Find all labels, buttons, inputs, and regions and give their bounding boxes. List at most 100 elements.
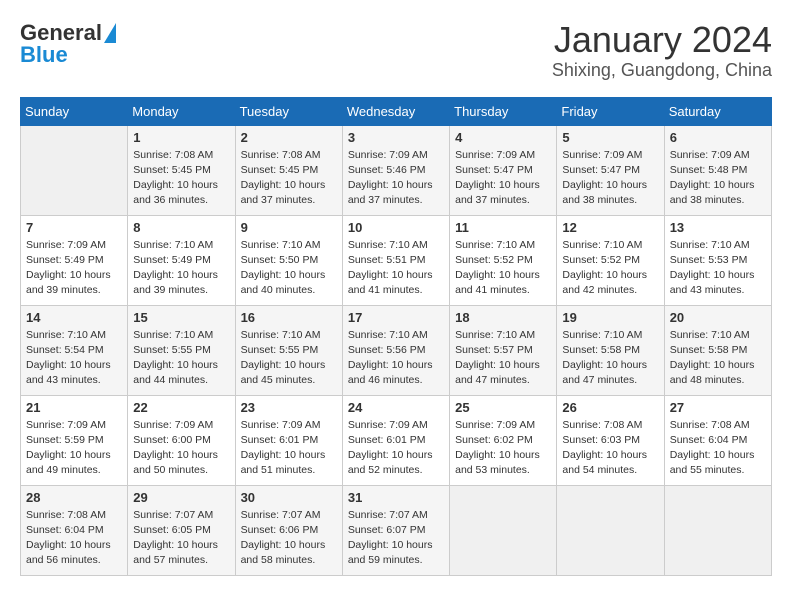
day-info: Sunrise: 7:10 AM Sunset: 5:55 PM Dayligh…: [133, 328, 229, 389]
day-of-week-header: Sunday: [21, 97, 128, 125]
day-info: Sunrise: 7:09 AM Sunset: 6:00 PM Dayligh…: [133, 418, 229, 479]
day-number: 10: [348, 220, 444, 235]
day-number: 25: [455, 400, 551, 415]
day-number: 17: [348, 310, 444, 325]
day-info: Sunrise: 7:09 AM Sunset: 5:48 PM Dayligh…: [670, 148, 766, 209]
day-number: 16: [241, 310, 337, 325]
calendar-cell: 2 Sunrise: 7:08 AM Sunset: 5:45 PM Dayli…: [235, 125, 342, 215]
day-number: 7: [26, 220, 122, 235]
calendar-cell: 29 Sunrise: 7:07 AM Sunset: 6:05 PM Dayl…: [128, 485, 235, 575]
day-number: 21: [26, 400, 122, 415]
day-number: 18: [455, 310, 551, 325]
calendar-cell: 21 Sunrise: 7:09 AM Sunset: 5:59 PM Dayl…: [21, 395, 128, 485]
calendar-cell: 10 Sunrise: 7:10 AM Sunset: 5:51 PM Dayl…: [342, 215, 449, 305]
calendar-cell: [21, 125, 128, 215]
day-info: Sunrise: 7:08 AM Sunset: 5:45 PM Dayligh…: [133, 148, 229, 209]
logo-blue-text: Blue: [20, 42, 68, 68]
day-number: 1: [133, 130, 229, 145]
calendar-cell: 15 Sunrise: 7:10 AM Sunset: 5:55 PM Dayl…: [128, 305, 235, 395]
day-number: 9: [241, 220, 337, 235]
calendar-cell: 5 Sunrise: 7:09 AM Sunset: 5:47 PM Dayli…: [557, 125, 664, 215]
day-info: Sunrise: 7:10 AM Sunset: 5:56 PM Dayligh…: [348, 328, 444, 389]
day-of-week-header: Tuesday: [235, 97, 342, 125]
calendar-cell: 6 Sunrise: 7:09 AM Sunset: 5:48 PM Dayli…: [664, 125, 771, 215]
day-number: 27: [670, 400, 766, 415]
day-number: 20: [670, 310, 766, 325]
calendar-cell: 27 Sunrise: 7:08 AM Sunset: 6:04 PM Dayl…: [664, 395, 771, 485]
calendar-cell: 23 Sunrise: 7:09 AM Sunset: 6:01 PM Dayl…: [235, 395, 342, 485]
calendar-cell: 8 Sunrise: 7:10 AM Sunset: 5:49 PM Dayli…: [128, 215, 235, 305]
calendar-cell: 17 Sunrise: 7:10 AM Sunset: 5:56 PM Dayl…: [342, 305, 449, 395]
calendar-cell: 25 Sunrise: 7:09 AM Sunset: 6:02 PM Dayl…: [450, 395, 557, 485]
day-number: 6: [670, 130, 766, 145]
day-of-week-header: Wednesday: [342, 97, 449, 125]
calendar-cell: 28 Sunrise: 7:08 AM Sunset: 6:04 PM Dayl…: [21, 485, 128, 575]
calendar-cell: 7 Sunrise: 7:09 AM Sunset: 5:49 PM Dayli…: [21, 215, 128, 305]
day-of-week-header: Friday: [557, 97, 664, 125]
day-number: 3: [348, 130, 444, 145]
day-info: Sunrise: 7:09 AM Sunset: 5:46 PM Dayligh…: [348, 148, 444, 209]
calendar-cell: 30 Sunrise: 7:07 AM Sunset: 6:06 PM Dayl…: [235, 485, 342, 575]
day-number: 5: [562, 130, 658, 145]
day-info: Sunrise: 7:09 AM Sunset: 5:49 PM Dayligh…: [26, 238, 122, 299]
day-info: Sunrise: 7:10 AM Sunset: 5:50 PM Dayligh…: [241, 238, 337, 299]
day-info: Sunrise: 7:09 AM Sunset: 6:01 PM Dayligh…: [348, 418, 444, 479]
title-block: January 2024 Shixing, Guangdong, China: [552, 20, 772, 81]
day-of-week-header: Monday: [128, 97, 235, 125]
calendar-title: January 2024: [552, 20, 772, 60]
day-info: Sunrise: 7:10 AM Sunset: 5:54 PM Dayligh…: [26, 328, 122, 389]
calendar-cell: 11 Sunrise: 7:10 AM Sunset: 5:52 PM Dayl…: [450, 215, 557, 305]
calendar-cell: 26 Sunrise: 7:08 AM Sunset: 6:03 PM Dayl…: [557, 395, 664, 485]
day-of-week-header: Thursday: [450, 97, 557, 125]
day-info: Sunrise: 7:10 AM Sunset: 5:52 PM Dayligh…: [562, 238, 658, 299]
day-number: 4: [455, 130, 551, 145]
calendar-week-row: 7 Sunrise: 7:09 AM Sunset: 5:49 PM Dayli…: [21, 215, 772, 305]
calendar-cell: 9 Sunrise: 7:10 AM Sunset: 5:50 PM Dayli…: [235, 215, 342, 305]
page-header: General Blue January 2024 Shixing, Guang…: [20, 20, 772, 81]
day-info: Sunrise: 7:10 AM Sunset: 5:58 PM Dayligh…: [670, 328, 766, 389]
day-number: 31: [348, 490, 444, 505]
day-number: 13: [670, 220, 766, 235]
calendar-week-row: 1 Sunrise: 7:08 AM Sunset: 5:45 PM Dayli…: [21, 125, 772, 215]
day-number: 15: [133, 310, 229, 325]
calendar-cell: 20 Sunrise: 7:10 AM Sunset: 5:58 PM Dayl…: [664, 305, 771, 395]
day-number: 2: [241, 130, 337, 145]
day-info: Sunrise: 7:08 AM Sunset: 5:45 PM Dayligh…: [241, 148, 337, 209]
calendar-cell: 3 Sunrise: 7:09 AM Sunset: 5:46 PM Dayli…: [342, 125, 449, 215]
calendar-cell: 19 Sunrise: 7:10 AM Sunset: 5:58 PM Dayl…: [557, 305, 664, 395]
day-of-week-header: Saturday: [664, 97, 771, 125]
calendar-cell: [450, 485, 557, 575]
logo-icon: [104, 23, 116, 43]
day-number: 8: [133, 220, 229, 235]
calendar-week-row: 28 Sunrise: 7:08 AM Sunset: 6:04 PM Dayl…: [21, 485, 772, 575]
day-info: Sunrise: 7:10 AM Sunset: 5:57 PM Dayligh…: [455, 328, 551, 389]
calendar-cell: 16 Sunrise: 7:10 AM Sunset: 5:55 PM Dayl…: [235, 305, 342, 395]
day-info: Sunrise: 7:08 AM Sunset: 6:04 PM Dayligh…: [26, 508, 122, 569]
day-info: Sunrise: 7:09 AM Sunset: 6:01 PM Dayligh…: [241, 418, 337, 479]
day-info: Sunrise: 7:10 AM Sunset: 5:55 PM Dayligh…: [241, 328, 337, 389]
day-number: 26: [562, 400, 658, 415]
day-number: 28: [26, 490, 122, 505]
calendar-cell: 12 Sunrise: 7:10 AM Sunset: 5:52 PM Dayl…: [557, 215, 664, 305]
calendar-cell: 14 Sunrise: 7:10 AM Sunset: 5:54 PM Dayl…: [21, 305, 128, 395]
day-number: 29: [133, 490, 229, 505]
day-number: 22: [133, 400, 229, 415]
day-info: Sunrise: 7:10 AM Sunset: 5:51 PM Dayligh…: [348, 238, 444, 299]
calendar-cell: 31 Sunrise: 7:07 AM Sunset: 6:07 PM Dayl…: [342, 485, 449, 575]
day-info: Sunrise: 7:10 AM Sunset: 5:49 PM Dayligh…: [133, 238, 229, 299]
calendar-cell: 13 Sunrise: 7:10 AM Sunset: 5:53 PM Dayl…: [664, 215, 771, 305]
day-info: Sunrise: 7:09 AM Sunset: 5:59 PM Dayligh…: [26, 418, 122, 479]
calendar-week-row: 14 Sunrise: 7:10 AM Sunset: 5:54 PM Dayl…: [21, 305, 772, 395]
day-number: 23: [241, 400, 337, 415]
calendar-cell: 24 Sunrise: 7:09 AM Sunset: 6:01 PM Dayl…: [342, 395, 449, 485]
calendar-week-row: 21 Sunrise: 7:09 AM Sunset: 5:59 PM Dayl…: [21, 395, 772, 485]
day-number: 30: [241, 490, 337, 505]
day-number: 11: [455, 220, 551, 235]
logo: General Blue: [20, 20, 116, 68]
calendar-cell: 22 Sunrise: 7:09 AM Sunset: 6:00 PM Dayl…: [128, 395, 235, 485]
calendar-table: SundayMondayTuesdayWednesdayThursdayFrid…: [20, 97, 772, 576]
day-info: Sunrise: 7:09 AM Sunset: 5:47 PM Dayligh…: [455, 148, 551, 209]
day-number: 24: [348, 400, 444, 415]
calendar-cell: 1 Sunrise: 7:08 AM Sunset: 5:45 PM Dayli…: [128, 125, 235, 215]
day-info: Sunrise: 7:07 AM Sunset: 6:06 PM Dayligh…: [241, 508, 337, 569]
